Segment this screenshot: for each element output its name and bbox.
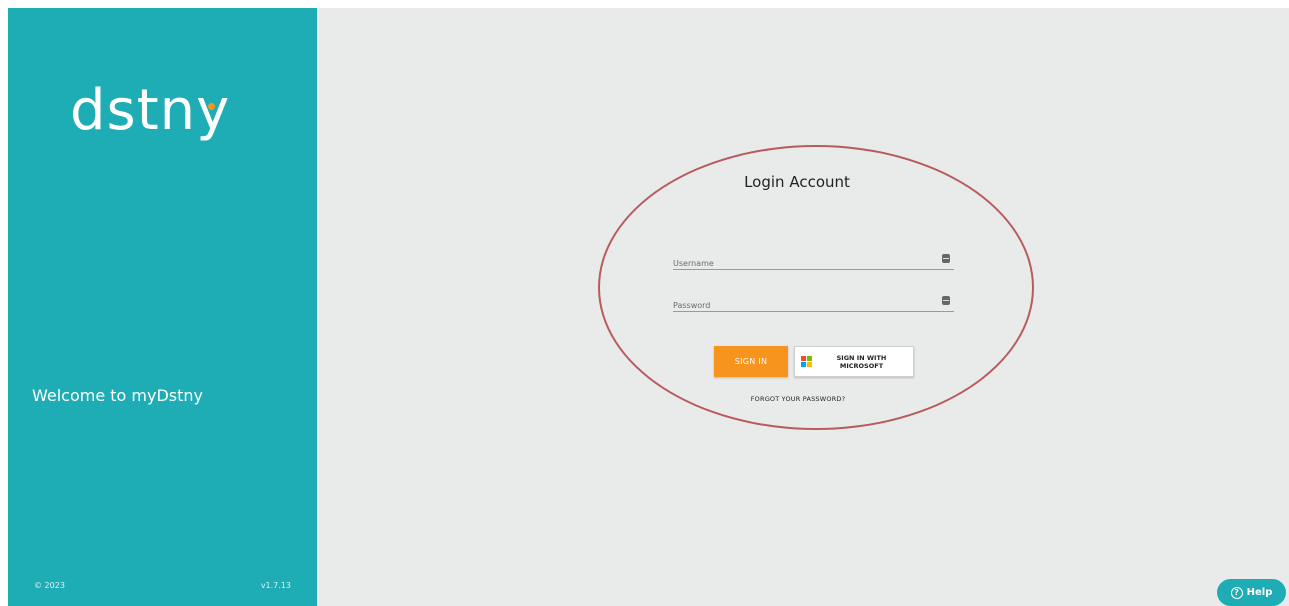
forgot-password-row: FORGOT YOUR PASSWORD? xyxy=(317,395,1289,403)
sidebar-footer: © 2023 v1.7.13 xyxy=(34,581,291,590)
sign-in-button[interactable]: SIGN IN xyxy=(714,346,788,377)
dstny-logo: dstny xyxy=(70,78,230,143)
version-text: v1.7.13 xyxy=(260,581,291,590)
sidebar: dstny Welcome to myDstny © 2023 v1.7.13 xyxy=(8,8,317,606)
microsoft-button-label: SIGN IN WITH MICROSOFT xyxy=(836,353,887,370)
username-field xyxy=(673,251,954,270)
login-buttons: SIGN IN SIGN IN WITH MICROSOFT xyxy=(714,346,914,377)
microsoft-logo-icon xyxy=(801,356,812,367)
help-label: Help xyxy=(1246,587,1273,598)
forgot-password-link[interactable]: FORGOT YOUR PASSWORD? xyxy=(751,395,846,403)
autofill-key-icon[interactable] xyxy=(942,254,950,263)
login-title: Login Account xyxy=(317,173,1289,191)
copyright-text: © 2023 xyxy=(34,581,65,590)
sign-in-microsoft-button[interactable]: SIGN IN WITH MICROSOFT xyxy=(794,346,914,377)
password-field xyxy=(673,293,954,312)
logo-accent-dot xyxy=(208,103,215,110)
welcome-text: Welcome to myDstny xyxy=(32,386,204,405)
app-frame: dstny Welcome to myDstny © 2023 v1.7.13 … xyxy=(8,8,1289,606)
username-input[interactable] xyxy=(673,259,923,268)
main-panel: Login Account SIGN IN SIGN IN WITH MICRO… xyxy=(317,8,1289,606)
logo-text: dstny xyxy=(70,78,231,143)
autofill-key-icon[interactable] xyxy=(942,296,950,305)
login-title-text: Login Account xyxy=(744,173,850,191)
question-circle-icon: ? xyxy=(1230,586,1243,599)
help-button[interactable]: ? Help xyxy=(1217,579,1286,606)
password-input[interactable] xyxy=(673,301,923,310)
